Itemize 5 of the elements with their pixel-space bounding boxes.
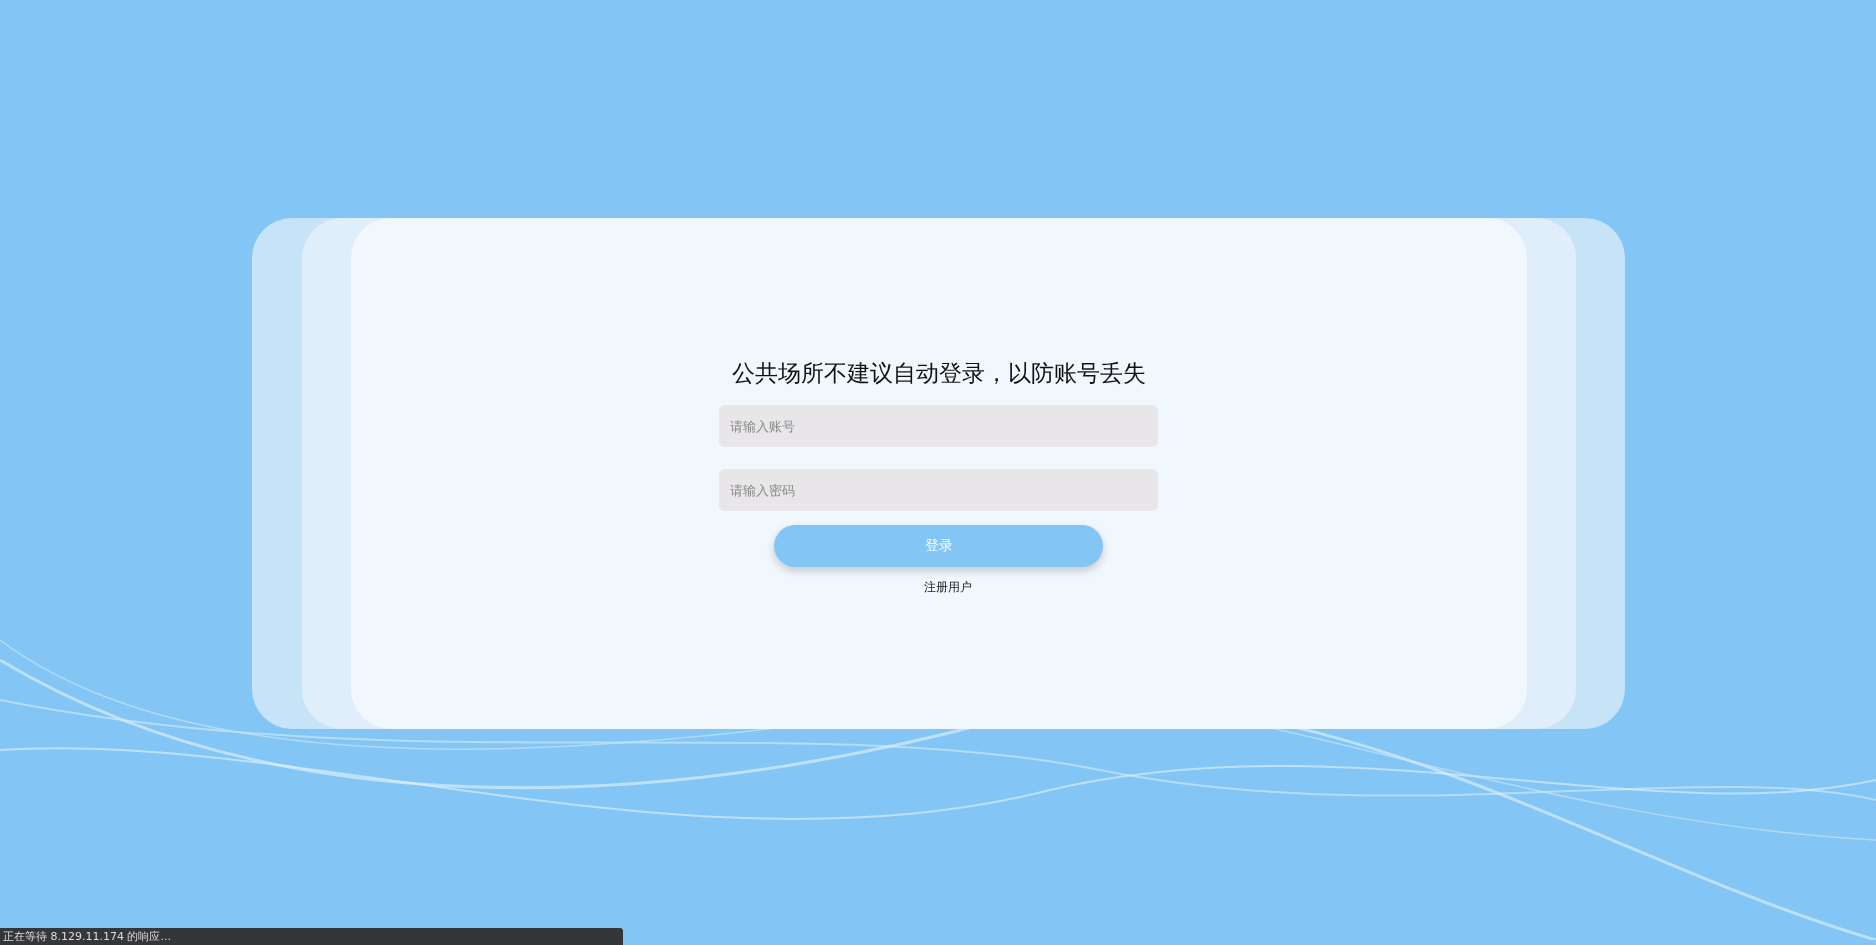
- login-title: 公共场所不建议自动登录，以防账号丢失: [731, 359, 1146, 388]
- input-field[interactable]: 请输入密码: [719, 469, 1158, 511]
- input-field[interactable]: 请输入账号: [719, 405, 1158, 447]
- status-bar: 正在等待 8.129.11.174 的响应...: [0, 928, 623, 945]
- register-link[interactable]: 注册用户: [923, 579, 972, 596]
